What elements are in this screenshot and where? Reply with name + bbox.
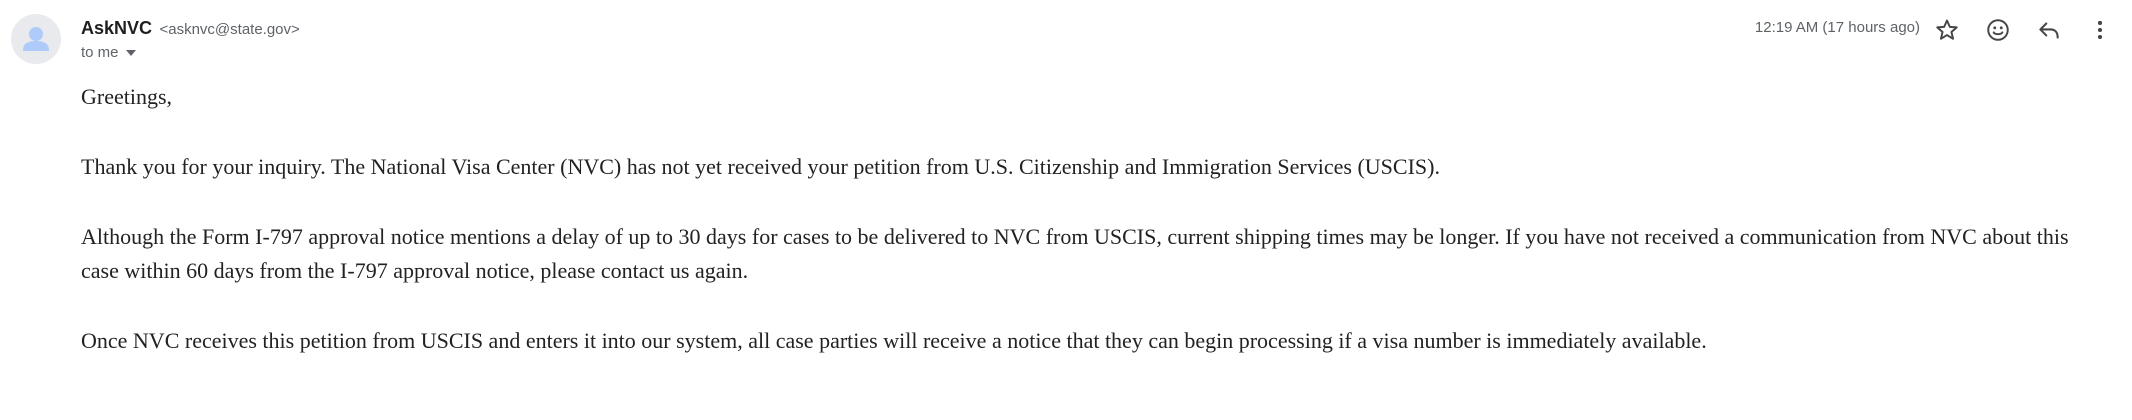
sender-line: AskNVC <asknvc@state.gov> [81,17,300,41]
recipient-details-toggle[interactable]: to me [81,43,137,63]
message-timestamp: 12:19 AM (17 hours ago) [1754,19,1920,36]
star-outline-icon [1936,19,1958,40]
message-body: Greetings, Thank you for your inquiry. T… [81,80,2101,394]
person-icon [23,27,49,51]
caret-down-icon [125,50,136,56]
reply-icon [2039,22,2059,39]
reply-button[interactable] [2029,10,2069,50]
add-reaction-button[interactable] [1978,10,2018,50]
message-toolbar [1927,10,2120,50]
body-paragraph-2: Although the Form I-797 approval notice … [81,224,2069,283]
sender-name[interactable]: AskNVC [81,18,152,38]
sender-email: <asknvc@state.gov> [159,21,300,38]
sender-avatar[interactable] [11,14,61,64]
body-paragraph-3: Once NVC receives this petition from USC… [81,328,1707,353]
star-button[interactable] [1927,10,1967,50]
add-reaction-icon [1987,19,2009,41]
body-paragraph-1: Thank you for your inquiry. The National… [81,154,1440,179]
more-vert-icon [2097,20,2103,40]
more-options-button[interactable] [2080,10,2120,50]
greeting-text: Greetings, [81,84,173,109]
recipient-label: to me [81,44,119,61]
